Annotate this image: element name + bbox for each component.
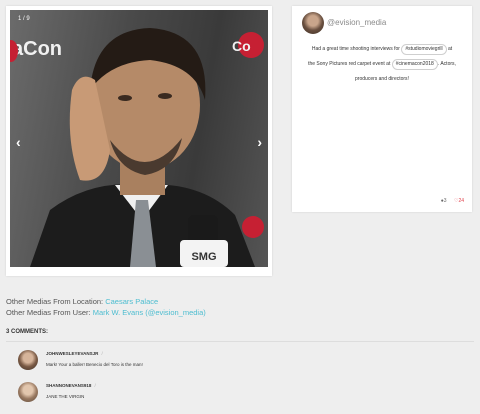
comment-text: JANE THE VIRGIN (46, 394, 85, 399)
comment-author[interactable]: JOHNWESLEYEVANSJR / (46, 351, 103, 356)
location-prefix: Other Medias From Location: (6, 297, 104, 306)
comment-separator: / (94, 383, 96, 388)
comment-author-name[interactable]: SHANNONEVANS918 (46, 383, 91, 388)
comment-item: SHANNONEVANS918/ JANE THE VIRGIN (18, 382, 458, 406)
likes-count: 24 (458, 198, 464, 204)
backdrop-logo-right: Co (232, 38, 251, 54)
comment-text: Mark! Your a baller! Benecio del Toro is… (46, 362, 143, 367)
post-caption: Had a great time shooting interviews for… (298, 42, 466, 87)
avatar[interactable] (18, 382, 38, 402)
location-link[interactable]: Caesars Palace (105, 297, 158, 306)
post-username[interactable]: @evision_media (327, 18, 386, 27)
user-link[interactable]: Mark W. Evans (@evision_media) (93, 308, 206, 317)
comment-author-name[interactable]: JOHNWESLEYEVANSJR (46, 351, 98, 356)
user-info: Other Medias From User: Mark W. Evans (@… (6, 308, 206, 317)
slide-counter: 1 / 9 (18, 16, 30, 22)
hashtag-cinemacon2018[interactable]: #cinemacon2018 (391, 59, 438, 70)
mic-flag-label: SMG (191, 251, 216, 263)
post-card: @evision_media Had a great time shooting… (292, 6, 472, 212)
portrait-illustration: SMG (30, 28, 255, 267)
comments-divider (6, 341, 474, 342)
caption-text: at (447, 46, 453, 52)
location-info: Other Medias From Location: Caesars Pala… (6, 297, 158, 306)
likes-stat[interactable]: ♡24 (454, 198, 464, 204)
comments-heading: 3 COMMENTS: (6, 329, 48, 335)
hashtag-studiomoviegrill[interactable]: #studiomoviegrill (401, 44, 447, 55)
avatar[interactable] (302, 12, 324, 34)
media-photo[interactable]: aCon SMG Co 1 / 9 ‹ › (10, 10, 268, 267)
caption-text: . Actors, (437, 61, 456, 67)
comments-count: 3 (443, 198, 447, 204)
avatar[interactable] (18, 350, 38, 370)
post-stats: ●3 ♡24 (435, 198, 464, 204)
prev-arrow-icon[interactable]: ‹ (16, 134, 21, 150)
media-viewer: aCon SMG Co 1 / 9 ‹ › (6, 6, 272, 276)
caption-text: producers and directors! (355, 76, 409, 82)
next-arrow-icon[interactable]: › (257, 134, 262, 150)
comment-author[interactable]: SHANNONEVANS918/ (46, 383, 96, 388)
comments-stat[interactable]: ●3 (441, 198, 447, 204)
comment-separator: / (101, 351, 103, 356)
comment-item: JOHNWESLEYEVANSJR / Mark! Your a baller! … (18, 350, 458, 374)
user-prefix: Other Medias From User: (6, 308, 91, 317)
caption-text: the Sony Pictures red carpet event at (308, 61, 391, 67)
caption-text: Had a great time shooting interviews for (311, 46, 400, 52)
